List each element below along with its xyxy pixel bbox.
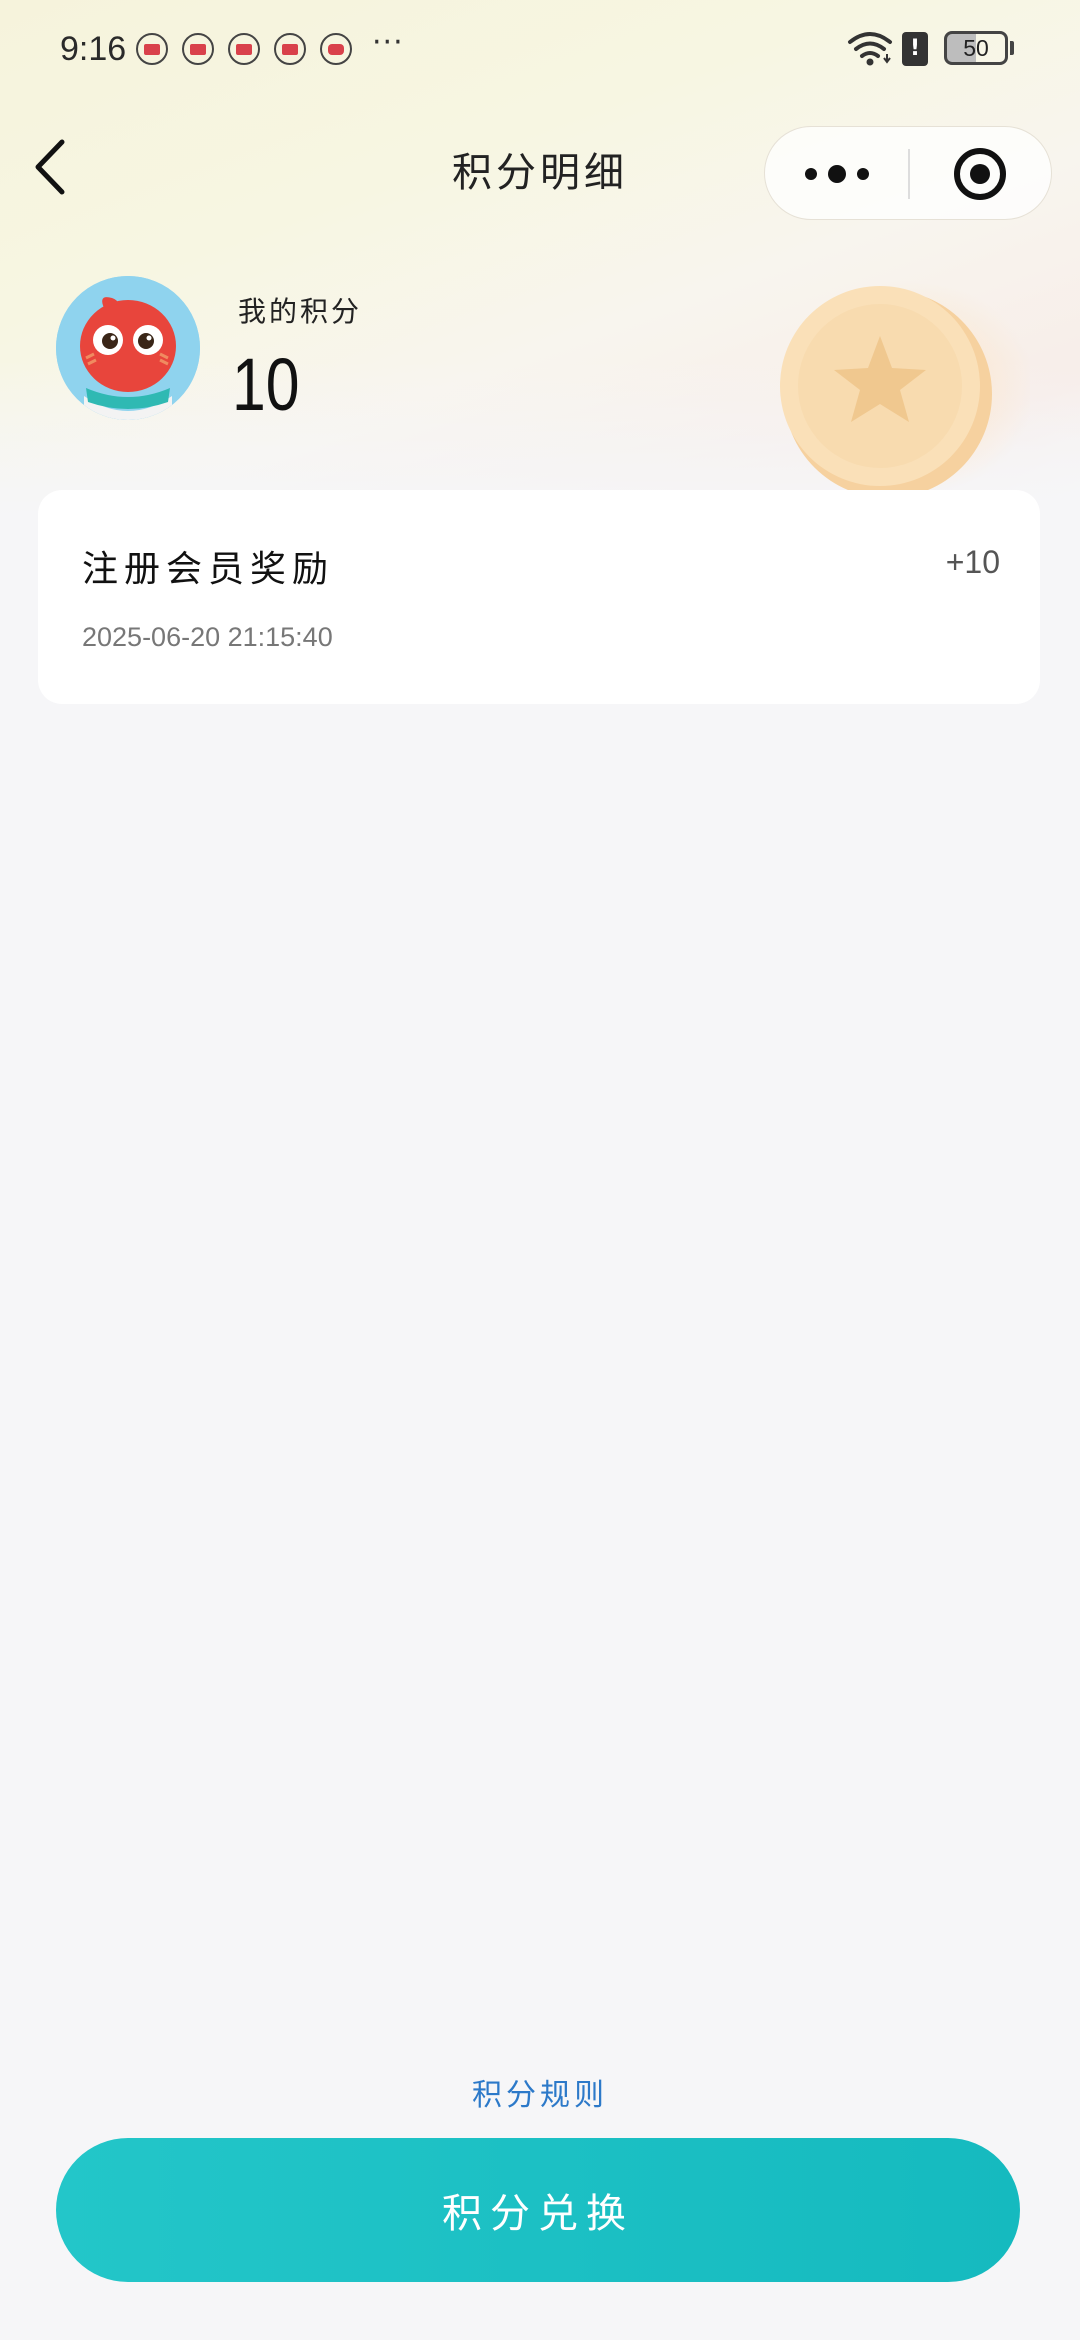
sim-alert-icon: ! (902, 32, 928, 66)
points-exchange-button[interactable]: 积分兑换 (56, 2138, 1020, 2282)
record-time: 2025-06-20 21:15:40 (82, 622, 333, 652)
record-amount: +10 (945, 544, 1000, 580)
battery-indicator: 50 (944, 31, 1008, 65)
battery-tip (1010, 41, 1014, 55)
wifi-icon (848, 32, 892, 66)
back-button[interactable] (24, 130, 84, 200)
mini-program-capsule (764, 126, 1052, 220)
status-time: 9:16 (60, 30, 127, 68)
book-app-notification-icon (182, 33, 214, 65)
book-app-notification-icon (136, 33, 168, 65)
more-dots-icon (805, 165, 869, 183)
video-app-notification-icon (320, 33, 352, 65)
record-title: 注册会员奖励 (82, 549, 335, 590)
page-title: 积分明细 (452, 150, 628, 196)
more-notifications-icon: ··· (372, 25, 404, 60)
status-bar: 9:16 ··· ! 50 (0, 0, 1080, 100)
book-app-notification-icon (274, 33, 306, 65)
my-points-value: 10 (232, 343, 300, 426)
mascot-avatar-icon (56, 276, 200, 420)
avatar (56, 276, 200, 420)
notification-icons (136, 33, 352, 65)
my-points-label: 我的积分 (238, 295, 363, 328)
points-record-card: 注册会员奖励 +10 2025-06-20 21:15:40 (38, 490, 1040, 704)
target-close-icon (954, 148, 1006, 200)
chevron-left-icon (35, 139, 65, 195)
coin-decoration-icon (780, 280, 1030, 498)
capsule-close-button[interactable] (910, 127, 1052, 221)
points-rules-link[interactable]: 积分规则 (390, 2070, 690, 2114)
capsule-more-button[interactable] (765, 127, 909, 221)
book-app-notification-icon (228, 33, 260, 65)
